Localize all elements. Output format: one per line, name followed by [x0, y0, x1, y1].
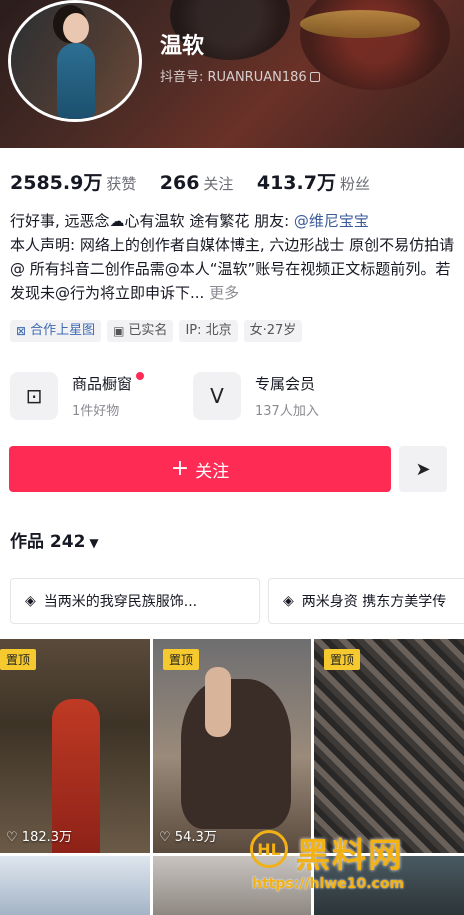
avatar-person-head [63, 13, 89, 43]
layers-icon: ◈ [25, 593, 36, 609]
video-likes: ♡ 54.3万 [159, 830, 217, 845]
shop-window-card[interactable]: ⊡ 商品橱窗 1件好物 [10, 370, 145, 422]
ip-tag: IP: 北京 [179, 320, 238, 342]
pinned-badge: 置顶 [0, 649, 37, 670]
gender-age-tag: 女·27岁 [243, 320, 303, 342]
vip-icon: V [193, 372, 241, 420]
collection-item[interactable]: ◈ 两米身资 携东方美学传 [268, 578, 464, 624]
profile-name: 温软 [160, 34, 205, 59]
shop-icon: ⊡ [10, 372, 58, 420]
heart-icon: ♡ [159, 830, 171, 845]
plus-icon: + [170, 456, 190, 481]
collections-row: ◈ 当两米的我穿民族服饰... ◈ 两米身资 携东方美学传 [10, 578, 464, 624]
member-sub: 137人加入 [255, 404, 319, 419]
bio-text: 行好事, 远恶念 [10, 212, 110, 230]
star-map-icon: ⊠ [16, 324, 27, 338]
watermark-url: https://hlwe10.com [252, 876, 405, 892]
verified-tag[interactable]: ▣ 已实名 [107, 320, 174, 342]
star-map-tag[interactable]: ⊠ 合作上星图 [10, 320, 102, 342]
share-button[interactable]: ➤ [399, 446, 447, 492]
follow-button[interactable]: + 关注 [9, 446, 391, 492]
video-thumbnail[interactable] [0, 856, 150, 915]
notification-dot [136, 372, 145, 380]
bio-more-link[interactable]: 更多 [209, 284, 239, 302]
member-card[interactable]: V 专属会员 137人加入 [193, 370, 319, 422]
watermark-logo-icon: HL [250, 830, 288, 868]
shop-sub: 1件好物 [72, 404, 120, 419]
member-title: 专属会员 [255, 375, 316, 393]
collection-item[interactable]: ◈ 当两米的我穿民族服饰... [10, 578, 260, 624]
video-likes: ♡ 182.3万 [6, 830, 73, 845]
share-arrow-icon: ➤ [415, 458, 431, 480]
stats-row: 2585.9万 获赞 266 关注 413.7万 粉丝 [10, 168, 388, 195]
avatar[interactable] [8, 0, 142, 122]
bio-text: 心有温软 途有繁花 朋友: [124, 212, 294, 230]
following-stat[interactable]: 266 关注 [160, 172, 252, 194]
likes-stat[interactable]: 2585.9万 获赞 [10, 172, 154, 194]
watermark-brand: 黑料网 [296, 836, 404, 876]
copy-icon[interactable] [309, 72, 320, 82]
pinned-badge: 置顶 [324, 649, 361, 670]
bio[interactable]: 行好事, 远恶念☁心有温软 途有繁花 朋友: @维尼宝宝 本人声明: 网络上的创… [10, 209, 456, 305]
douyin-id[interactable]: 抖音号: RUANRUAN186 [160, 66, 320, 85]
cymbal-image [300, 10, 420, 38]
caret-down-icon: ▼ [89, 536, 99, 550]
pinned-badge: 置顶 [163, 649, 200, 670]
profile-tags: ⊠ 合作上星图 ▣ 已实名 IP: 北京 女·27岁 [10, 320, 303, 342]
works-tab[interactable]: 作品 242 ▼ [10, 527, 99, 552]
video-thumbnail[interactable]: 置顶 ♡ 54.3万 [153, 639, 311, 853]
id-card-icon: ▣ [113, 324, 125, 338]
layers-icon: ◈ [283, 593, 294, 609]
video-thumbnail[interactable]: 置顶 [314, 639, 464, 853]
cloud-emoji-icon: ☁ [109, 212, 125, 230]
watermark: HL 黑料网 https://hlwe10.com [250, 828, 460, 898]
avatar-person-dress [57, 43, 95, 119]
mention-link[interactable]: @维尼宝宝 [294, 212, 369, 230]
heart-icon: ♡ [6, 830, 18, 845]
shop-title: 商品橱窗 [72, 375, 133, 393]
video-thumbnail[interactable]: 置顶 ♡ 182.3万 [0, 639, 150, 853]
douyin-id-text: 抖音号: RUANRUAN186 [160, 70, 307, 85]
followers-stat[interactable]: 413.7万 粉丝 [257, 172, 388, 194]
